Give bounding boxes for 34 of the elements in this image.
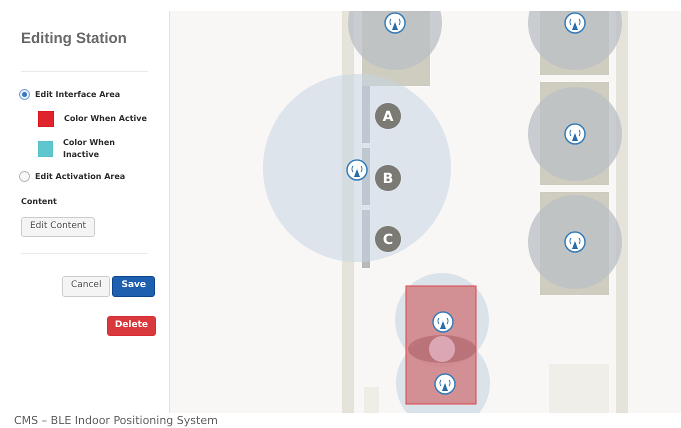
section-heading: Content	[21, 196, 58, 208]
marker-badge[interactable]	[375, 103, 401, 129]
beacon-icon[interactable]	[564, 123, 586, 145]
floor-block	[364, 387, 379, 413]
beacon-icon[interactable]	[346, 159, 368, 181]
color-swatch[interactable]	[38, 140, 53, 156]
floor-map[interactable]: A B C	[170, 11, 681, 413]
beacon-icon[interactable]	[564, 12, 586, 34]
beacon-icon[interactable]	[432, 311, 454, 333]
color-swatch[interactable]	[38, 110, 54, 126]
shelf	[362, 210, 370, 268]
radio-icon[interactable]	[19, 171, 30, 182]
room-zone[interactable]	[528, 11, 622, 75]
beacon-icon[interactable]	[564, 231, 586, 253]
radio-option[interactable]: Edit Interface Area	[19, 88, 148, 100]
radio-icon[interactable]	[19, 89, 30, 100]
delete-button[interactable]: Delete	[106, 316, 156, 336]
beacon-icon[interactable]	[434, 373, 456, 395]
marker-label: B	[382, 171, 394, 187]
position-dot	[429, 336, 455, 362]
marker-label: C	[382, 232, 394, 248]
caption: CMS – BLE Indoor Positioning System	[13, 413, 219, 428]
marker-label: A	[382, 109, 394, 125]
beacon-icon[interactable]	[384, 12, 406, 34]
cancel-button[interactable]: Cancel	[62, 276, 110, 296]
save-button[interactable]: Save	[112, 276, 155, 296]
panel-title: Editing Station	[21, 29, 128, 49]
swatch-label: Color When Active	[64, 112, 147, 124]
marker-badge[interactable]	[375, 226, 401, 252]
marker-badge[interactable]	[375, 165, 401, 191]
shelf	[362, 86, 370, 143]
swatch-label: Color When Inactive	[62, 136, 116, 160]
radio-option[interactable]: Edit Activation Area	[19, 170, 148, 182]
edit-content-button[interactable]: Edit Content	[21, 216, 96, 236]
